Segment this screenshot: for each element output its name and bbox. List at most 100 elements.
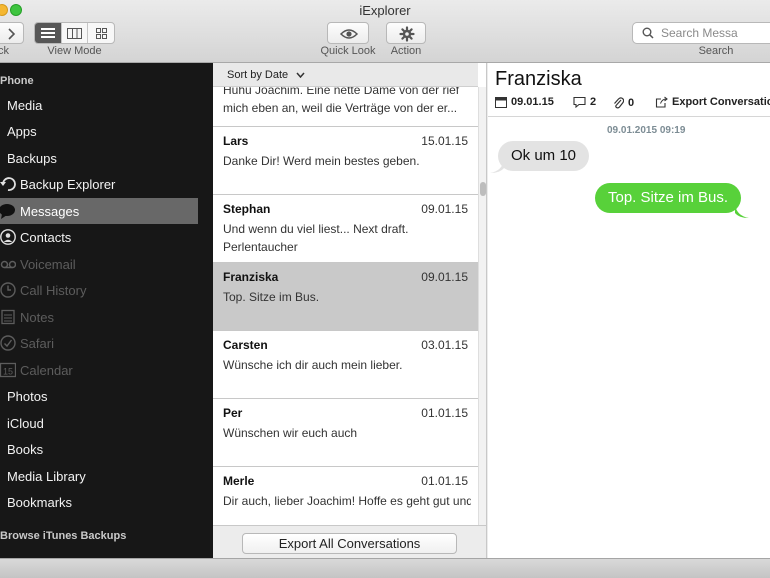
contact-name: Merle	[223, 474, 255, 488]
sidebar-header-device: Phone	[0, 75, 34, 87]
list-item[interactable]: Lars 15.01.15 Danke Dir! Werd mein beste…	[213, 127, 478, 195]
quick-look-button[interactable]	[327, 22, 369, 44]
scrollbar-thumb[interactable]	[480, 182, 486, 196]
list-view-button[interactable]	[35, 23, 62, 43]
sidebar-item-books[interactable]: Books	[0, 436, 198, 462]
message-date: 15.01.15	[421, 134, 468, 148]
list-item-selected[interactable]: Franziska 09.01.15 Top. Sitze im Bus.	[213, 263, 478, 331]
contact-name: Stephan	[223, 202, 271, 216]
sidebar-header-itunes-backups: Browse iTunes Backups	[0, 530, 127, 542]
export-all-conversations-button[interactable]: Export All Conversations	[242, 533, 457, 554]
sidebar-item-call-history[interactable]: Call History	[0, 277, 198, 303]
sidebar-item-label: Bookmarks	[7, 494, 73, 510]
contact-name: Per	[223, 406, 243, 420]
sidebar-item-notes[interactable]: Notes	[0, 304, 198, 330]
chevron-right-icon	[8, 28, 16, 40]
message-preview: Wünsche ich dir auch mein lieber.	[223, 358, 403, 372]
sidebar-item-label: iCloud	[7, 415, 44, 431]
sidebar-item-label: Photos	[7, 388, 48, 404]
sidebar-item-safari[interactable]: Safari	[0, 330, 198, 356]
sidebar-item-media[interactable]: Media	[0, 92, 198, 118]
search-label: Search	[698, 45, 734, 57]
sidebar-item-media-library[interactable]: Media Library	[0, 463, 198, 489]
export-conversation-label: Export Conversation	[672, 96, 770, 108]
column-view-icon	[67, 27, 82, 39]
conversation-date: 09.01.15	[495, 96, 554, 108]
sidebar-item-contacts[interactable]: Contacts	[0, 224, 198, 250]
grid-view-button[interactable]	[88, 23, 114, 43]
notes-icon	[1, 309, 15, 325]
sidebar-item-calendar[interactable]: 15 Calendar	[0, 357, 198, 383]
conversation-list: Huhu Joachim. Eine nette Dame von der ri…	[213, 63, 487, 558]
incoming-message-bubble: Ok um 10	[498, 141, 590, 171]
export-conversation-button[interactable]: Export Conversation	[655, 96, 770, 108]
clock-icon	[0, 282, 16, 298]
message-preview: Und wenn du viel liest... Next draft. Pe…	[223, 222, 409, 254]
sidebar-item-label: Contacts	[20, 229, 72, 245]
sidebar-item-photos[interactable]: Photos	[0, 383, 198, 409]
sidebar-item-label: Voicemail	[20, 256, 76, 272]
view-mode-control[interactable]	[34, 22, 115, 44]
list-scrollbar[interactable]	[478, 87, 486, 558]
sidebar-item-label: Books	[7, 441, 44, 457]
conversation-date-value: 09.01.15	[511, 96, 554, 108]
message-date: 01.01.15	[421, 474, 468, 488]
sidebar-item-label: Backups	[7, 150, 57, 166]
search-input[interactable]: Search Messa	[632, 22, 770, 44]
column-view-button[interactable]	[62, 23, 89, 43]
sidebar-item-icloud[interactable]: iCloud	[0, 410, 198, 436]
attachment-count: 0	[612, 96, 634, 109]
contact-name: Lars	[223, 134, 249, 148]
sidebar-item-voicemail[interactable]: Voicemail	[0, 251, 198, 277]
speech-bubble-icon	[0, 204, 15, 219]
list-item[interactable]: Per 01.01.15 Wünschen wir euch auch	[213, 399, 478, 467]
paperclip-icon	[614, 97, 624, 109]
calendar-icon	[495, 97, 507, 108]
clock-refresh-icon	[0, 177, 16, 191]
sidebar-item-apps[interactable]: Apps	[0, 118, 198, 144]
contact-name: Carsten	[223, 338, 268, 352]
message-preview: Wünschen wir euch auch	[223, 426, 358, 440]
message-preview: Danke Dir! Werd mein bestes geben.	[223, 154, 420, 168]
message-date: 09.01.15	[421, 202, 468, 216]
window-title: iExplorer	[359, 3, 411, 18]
message-preview: Top. Sitze im Bus.	[223, 290, 320, 304]
list-footer: Export All Conversations	[213, 525, 486, 558]
search-placeholder: Search Messa	[661, 26, 738, 40]
sidebar-item-label: Call History	[20, 282, 87, 298]
list-view-icon	[40, 28, 55, 38]
message-date: 01.01.15	[421, 406, 468, 420]
conversation-header: Franziska 09.01.15 2 0 Export Conversati…	[488, 63, 770, 117]
contact-icon	[0, 229, 16, 245]
attachment-count-value: 0	[628, 96, 635, 109]
conversation-title: Franziska	[495, 68, 582, 90]
sidebar-item-label: Media	[7, 97, 43, 113]
voicemail-icon	[0, 260, 16, 269]
back-label: ck	[0, 45, 9, 57]
sidebar-item-label: Messages	[20, 203, 80, 219]
gear-icon	[399, 26, 415, 42]
quick-look-label: Quick Look	[320, 45, 376, 57]
message-count: 2	[573, 96, 596, 108]
sidebar-item-label: Notes	[20, 309, 54, 325]
sidebar: Phone Media Apps Backups Backup Explorer…	[0, 63, 213, 558]
message-date: 03.01.15	[421, 338, 468, 352]
sidebar-item-backups[interactable]: Backups	[0, 145, 198, 171]
sidebar-item-label: Backup Explorer	[20, 176, 116, 192]
sidebar-item-bookmarks[interactable]: Bookmarks	[0, 489, 198, 515]
back-button[interactable]	[0, 22, 24, 44]
outgoing-message-bubble: Top. Sitze im Bus.	[595, 183, 742, 213]
search-icon	[642, 27, 654, 39]
contact-name: Franziska	[223, 270, 279, 284]
sort-label: Sort by Date	[227, 69, 289, 81]
sort-control[interactable]: Sort by Date	[213, 63, 478, 87]
message-timestamp: 09.01.2015 09:19	[607, 125, 686, 136]
sidebar-item-backup-explorer[interactable]: Backup Explorer	[0, 171, 198, 197]
list-item[interactable]: Merle 01.01.15 Dir auch, lieber Joachim!…	[213, 467, 478, 525]
eye-icon	[339, 29, 359, 39]
sidebar-item-label: Media Library	[7, 468, 86, 484]
action-button[interactable]	[386, 22, 426, 44]
sidebar-item-messages[interactable]: Messages	[0, 198, 198, 224]
list-item[interactable]: Stephan 09.01.15 Und wenn du viel liest.…	[213, 195, 478, 263]
list-item[interactable]: Carsten 03.01.15 Wünsche ich dir auch me…	[213, 331, 478, 399]
